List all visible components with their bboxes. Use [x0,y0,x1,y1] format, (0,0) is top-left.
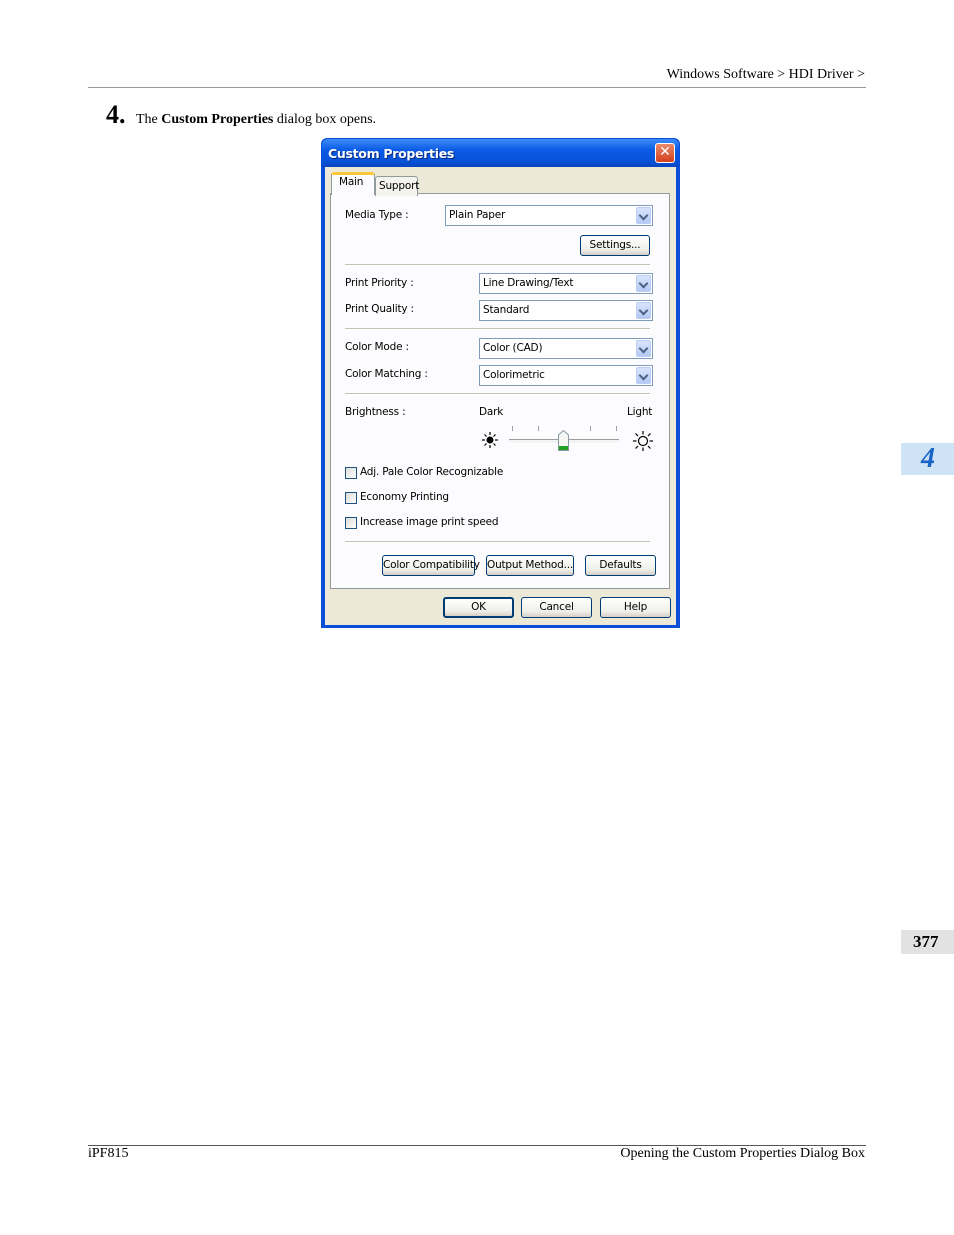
footer-section-title: Opening the Custom Properties Dialog Box [620,1146,865,1161]
close-button[interactable]: ✕ [655,143,675,163]
slider-tick [590,426,591,431]
step-text-post: dialog box opens. [273,112,377,127]
color-mode-select[interactable]: Color (CAD) [479,338,653,359]
color-matching-select[interactable]: Colorimetric [479,365,653,386]
color-mode-value: Color (CAD) [483,342,543,354]
divider [345,264,650,266]
color-mode-label: Color Mode : [345,341,409,353]
brightness-dark-label: Dark [479,406,504,418]
economy-printing-label: Economy Printing [360,491,449,503]
adj-pale-color-label: Adj. Pale Color Recognizable [360,466,504,478]
chevron-down-icon[interactable] [636,340,651,357]
media-type-value: Plain Paper [449,209,506,221]
brightness-label: Brightness : [345,406,406,418]
print-priority-value: Line Drawing/Text [483,277,574,289]
light-sun-icon [633,431,653,451]
chevron-down-icon[interactable] [636,302,651,319]
page-number: 377 [913,932,939,951]
ok-button[interactable]: OK [443,597,514,618]
print-quality-label: Print Quality : [345,303,414,315]
economy-printing-checkbox[interactable] [345,492,357,504]
step-number: 4. [106,100,126,129]
slider-tick [616,426,617,431]
slider-tick [512,426,513,431]
tab-support-label: Support [379,180,420,192]
tab-main-label: Main [339,176,364,188]
tab-main[interactable]: Main [331,172,375,195]
brightness-light-label: Light [627,406,653,418]
brightness-slider-thumb[interactable] [558,430,569,451]
adj-pale-color-checkbox[interactable] [345,467,357,479]
settings-button[interactable]: Settings... [580,235,650,256]
chevron-down-icon[interactable] [636,275,651,292]
dialog-title: Custom Properties [328,146,455,161]
print-quality-value: Standard [483,304,530,316]
footer-model: iPF815 [88,1146,129,1161]
chapter-number: 4 [921,443,935,474]
divider [345,393,650,395]
header-rule [88,87,866,88]
chevron-down-icon[interactable] [636,367,651,384]
divider [345,541,650,543]
help-button[interactable]: Help [600,597,671,618]
media-type-label: Media Type : [345,209,409,221]
color-compatibility-button[interactable]: Color Compatibility [382,555,480,576]
chevron-down-icon[interactable] [636,207,651,224]
increase-print-speed-label: Increase image print speed [360,516,499,528]
step-text-bold: Custom Properties [161,112,274,127]
cancel-button[interactable]: Cancel [521,597,592,618]
output-method-button[interactable]: Output Method... [486,555,574,576]
slider-tick [538,426,539,431]
color-matching-label: Color Matching : [345,368,428,380]
breadcrumb: Windows Software > HDI Driver > [666,67,865,82]
divider [345,328,650,330]
step-text: The Custom Properties dialog box opens. [136,112,376,128]
tab-support[interactable]: Support [375,176,420,196]
step-text-pre: The [136,112,162,127]
print-priority-select[interactable]: Line Drawing/Text [479,273,653,294]
increase-print-speed-checkbox[interactable] [345,517,357,529]
page-number-tab: 377 [901,930,954,954]
defaults-button[interactable]: Defaults [585,555,656,576]
media-type-select[interactable]: Plain Paper [445,205,653,226]
color-matching-value: Colorimetric [483,369,545,381]
print-quality-select[interactable]: Standard [479,300,653,321]
chapter-tab: 4 [901,443,954,475]
dark-sun-icon [482,432,498,448]
print-priority-label: Print Priority : [345,277,414,289]
